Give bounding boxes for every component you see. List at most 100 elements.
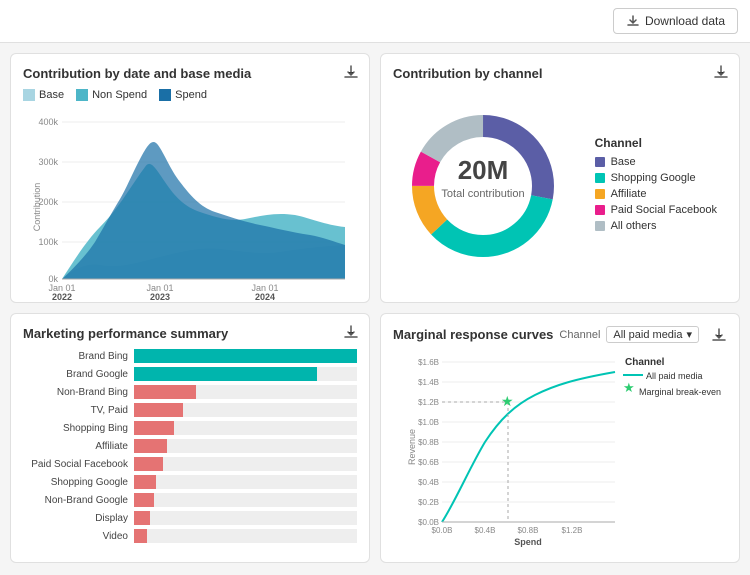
bar-fill: [134, 475, 156, 489]
svg-text:20M: 20M: [458, 155, 509, 185]
bar-track: [134, 457, 357, 471]
legend-spend: Spend: [159, 89, 207, 101]
donut-chart: 20M Total contribution: [403, 106, 563, 266]
svg-text:Revenue: Revenue: [407, 429, 417, 465]
bar-row: Non-Brand Google: [23, 493, 357, 507]
card4-channel-label: Channel: [559, 329, 600, 341]
card2-download-icon[interactable]: [713, 64, 729, 80]
channel-all-others: All others: [595, 220, 717, 232]
bar-row: Paid Social Facebook: [23, 457, 357, 471]
bar-row: Non-Brand Bing: [23, 385, 357, 399]
svg-text:2023: 2023: [150, 292, 170, 302]
legend-nonspend-box: [76, 89, 88, 101]
channel-psf-dot: [595, 205, 605, 215]
svg-text:400k: 400k: [38, 117, 58, 127]
channel-shopping-google-dot: [595, 173, 605, 183]
svg-text:300k: 300k: [38, 157, 58, 167]
svg-text:$0.4B: $0.4B: [475, 526, 496, 535]
channel-affiliate-dot: [595, 189, 605, 199]
bar-fill: [134, 493, 154, 507]
bar-row: Brand Google: [23, 367, 357, 381]
svg-text:All paid media: All paid media: [646, 371, 703, 381]
svg-text:$1.6B: $1.6B: [418, 358, 439, 367]
legend-base: Base: [23, 89, 64, 101]
channel-paid-social-facebook: Paid Social Facebook: [595, 204, 717, 216]
card1-title: Contribution by date and base media: [23, 66, 357, 81]
svg-text:★: ★: [623, 380, 635, 395]
bar-track: [134, 439, 357, 453]
channel-affiliate-label: Affiliate: [611, 188, 647, 200]
bar-track: [134, 385, 357, 399]
svg-text:★: ★: [501, 393, 514, 409]
svg-text:$1.2B: $1.2B: [418, 398, 439, 407]
svg-text:100k: 100k: [38, 237, 58, 247]
svg-text:Channel: Channel: [625, 357, 665, 368]
bar-label: Affiliate: [23, 441, 128, 452]
bar-row: Video: [23, 529, 357, 543]
svg-text:$0.4B: $0.4B: [418, 478, 439, 487]
bar-fill: [134, 367, 317, 381]
legend-spend-label: Spend: [175, 89, 207, 101]
card3-title: Marketing performance summary: [23, 326, 357, 341]
bar-label: Shopping Bing: [23, 423, 128, 434]
bar-fill: [134, 403, 183, 417]
bar-row: Affiliate: [23, 439, 357, 453]
donut-container: 20M Total contribution Channel Base Shop…: [393, 89, 727, 283]
svg-text:$0.6B: $0.6B: [418, 458, 439, 467]
bar-row: Brand Bing: [23, 349, 357, 363]
card-contribution-channel: Contribution by channel: [380, 53, 740, 303]
svg-text:$1.0B: $1.0B: [418, 418, 439, 427]
card4-download-icon[interactable]: [711, 327, 727, 343]
channel-dropdown-value: All paid media: [613, 329, 682, 341]
top-bar: Download data: [0, 0, 750, 43]
bar-chart: Brand Bing Brand Google Non-Brand Bing T…: [23, 349, 357, 543]
legend-base-box: [23, 89, 35, 101]
channel-dropdown[interactable]: All paid media ▾: [606, 326, 699, 343]
svg-text:$1.2B: $1.2B: [562, 526, 583, 535]
card-marketing-performance: Marketing performance summary Brand Bing…: [10, 313, 370, 563]
bar-label: Video: [23, 531, 128, 542]
legend-base-label: Base: [39, 89, 64, 101]
bar-fill: [134, 385, 196, 399]
channel-base: Base: [595, 156, 717, 168]
bar-label: Brand Bing: [23, 351, 128, 362]
svg-text:Spend: Spend: [514, 537, 542, 547]
bar-track: [134, 403, 357, 417]
svg-text:Total contribution: Total contribution: [441, 188, 524, 200]
bar-fill: [134, 529, 147, 543]
download-label: Download data: [645, 14, 725, 28]
card4-title: Marginal response curves: [393, 327, 553, 342]
legend-nonspend: Non Spend: [76, 89, 147, 101]
card1-download-icon[interactable]: [343, 64, 359, 80]
svg-text:Contribution: Contribution: [32, 183, 42, 232]
bar-track: [134, 493, 357, 507]
channel-all-others-label: All others: [611, 220, 657, 232]
bar-label: Shopping Google: [23, 477, 128, 488]
bar-label: Display: [23, 513, 128, 524]
svg-text:2022: 2022: [52, 292, 72, 302]
bar-track: [134, 367, 357, 381]
legend-spend-box: [159, 89, 171, 101]
bar-track: [134, 529, 357, 543]
bar-fill: [134, 439, 167, 453]
channel-all-others-dot: [595, 221, 605, 231]
channel-base-dot: [595, 157, 605, 167]
card3-download-icon[interactable]: [343, 324, 359, 340]
svg-text:$0.8B: $0.8B: [518, 526, 539, 535]
download-data-button[interactable]: Download data: [613, 8, 738, 34]
card-contribution-date: Contribution by date and base media Base…: [10, 53, 370, 303]
channel-base-label: Base: [611, 156, 636, 168]
bar-label: Non-Brand Google: [23, 495, 128, 506]
bar-row: TV, Paid: [23, 403, 357, 417]
svg-text:$0.0B: $0.0B: [432, 526, 453, 535]
chevron-down-icon: ▾: [686, 328, 692, 341]
download-icon: [626, 14, 640, 28]
bar-row: Display: [23, 511, 357, 525]
mrc-chart: Channel All paid media ★ Marginal break-…: [393, 347, 727, 562]
channel-legend-title: Channel: [595, 136, 717, 150]
svg-text:$1.4B: $1.4B: [418, 378, 439, 387]
channel-legend: Channel Base Shopping Google Affiliate P…: [595, 136, 717, 236]
bar-fill: [134, 349, 357, 363]
legend-nonspend-label: Non Spend: [92, 89, 147, 101]
svg-text:$0.2B: $0.2B: [418, 498, 439, 507]
